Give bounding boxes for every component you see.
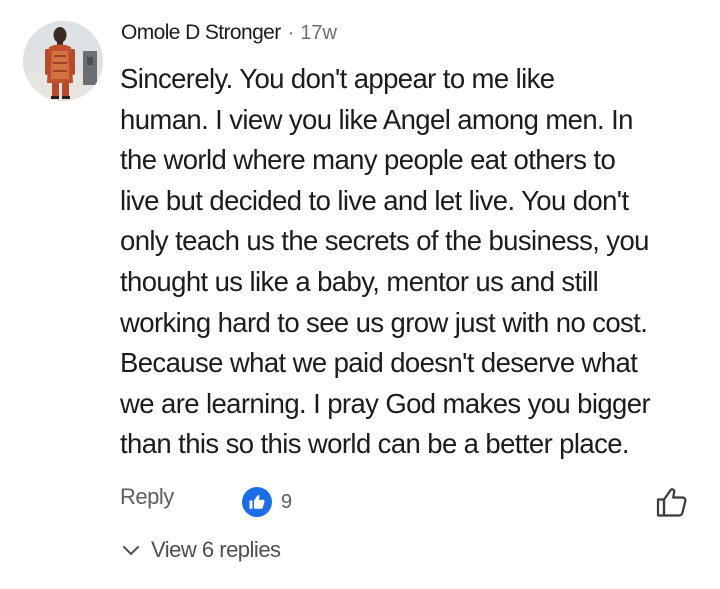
comment-line: only teach us the secrets of the busines…	[120, 225, 649, 257]
comment-line: than this so this world can be a better …	[120, 428, 630, 460]
author-name[interactable]: Omole D Stronger	[121, 21, 281, 45]
profile-photo-icon	[23, 21, 103, 101]
like-button[interactable]	[655, 485, 689, 519]
chevron-down-icon	[123, 546, 139, 555]
comment-line: human. I view you like Angel among men. …	[120, 103, 633, 135]
comment-line: thought us like a baby, mentor us and st…	[120, 265, 599, 297]
comment-line: working hard to see us grow just with no…	[120, 306, 648, 338]
view-replies-label: View 6 replies	[151, 537, 281, 562]
view-replies-button[interactable]: View 6 replies	[120, 537, 281, 563]
comment-line: the world where many people eat others t…	[120, 144, 616, 176]
comment-body: Sincerely. You don't appear to me like h…	[120, 59, 710, 465]
thumbs-up-outline-icon	[656, 488, 687, 517]
comment-line: live but decided to live and let live. Y…	[120, 184, 629, 216]
reaction-summary[interactable]: 9	[242, 487, 292, 517]
like-count: 9	[281, 490, 293, 513]
avatar[interactable]	[23, 21, 103, 101]
comment-header: Omole D Stronger · 17w	[121, 18, 337, 48]
thumbs-up-icon	[242, 487, 272, 517]
comment-timestamp: 17w	[300, 21, 338, 44]
comment-line: Because what we paid doesn't deserve wha…	[120, 347, 638, 379]
comment-line: we are learning. I pray God makes you bi…	[120, 387, 651, 419]
comment-line: Sincerely. You don't appear to me like	[120, 63, 555, 94]
reply-button[interactable]: Reply	[120, 484, 174, 510]
meta-separator: ·	[287, 21, 295, 44]
comment: Omole D Stronger · 17w Sincerely. You do…	[0, 0, 720, 589]
